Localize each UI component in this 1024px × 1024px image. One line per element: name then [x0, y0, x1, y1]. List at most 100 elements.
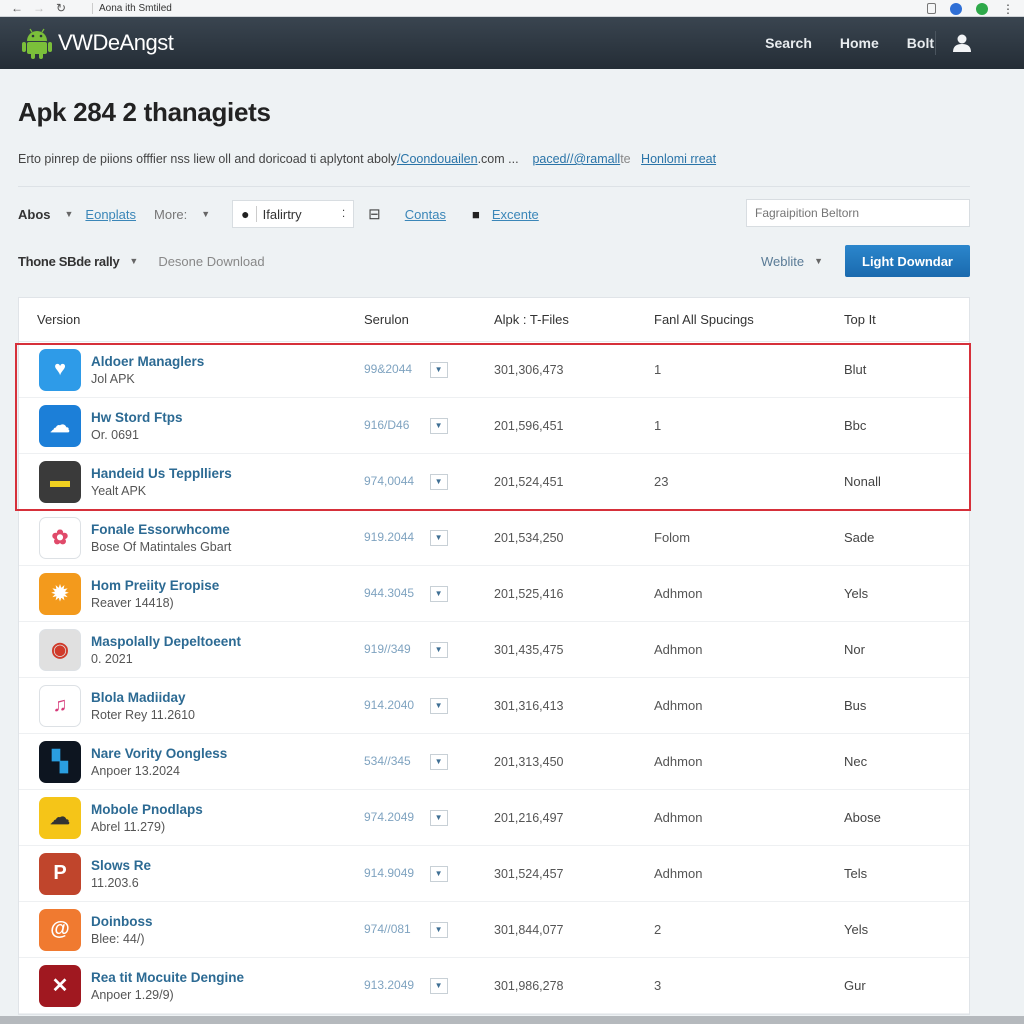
app-title[interactable]: Blola Madiiday	[91, 690, 195, 705]
version-dropdown-icon[interactable]: ▼	[429, 417, 448, 434]
app-title[interactable]: Slows Re	[91, 858, 151, 873]
description-link-2[interactable]: paced//@ramall	[532, 152, 620, 166]
reload-button[interactable]: ↻	[50, 1, 72, 15]
version-dropdown-icon[interactable]: ▼	[429, 977, 448, 994]
table-row[interactable]: ◉ Maspolally Depeltoeent 0. 2021 919//34…	[19, 622, 969, 678]
app-cell: ☁ Hw Stord Ftps Or. 0691	[19, 404, 364, 447]
version-cell: 944.3045 ▼	[364, 585, 494, 602]
browser-menu-button[interactable]: ⋮	[1002, 2, 1014, 16]
app-subtitle: Or. 0691	[91, 427, 139, 442]
app-cell: ♫ Blola Madiiday Roter Rey 11.2610	[19, 684, 364, 727]
nav-home[interactable]: Home	[840, 35, 879, 51]
app-title[interactable]: Mobole Pnodlaps	[91, 802, 203, 817]
app-cell: @ Doinboss Blee: 44/)	[19, 908, 364, 951]
chevron-down-icon[interactable]: ▼	[65, 209, 74, 219]
version-dropdown-icon[interactable]: ▼	[429, 529, 448, 546]
app-title[interactable]: Fonale Essorwhcome	[91, 522, 231, 537]
app-subtitle: Yealt APK	[91, 483, 147, 498]
top-cell: Sade	[844, 530, 875, 545]
column-header-files[interactable]: Alpk : T-Files	[494, 312, 654, 327]
app-subtitle: Bose Of Matintales Gbart	[91, 539, 232, 554]
platform-select[interactable]: ● Ifalirtry ⁚	[232, 200, 355, 228]
version-dropdown-icon[interactable]: ▼	[429, 753, 448, 770]
version-value: 913.2049	[364, 978, 415, 993]
app-subtitle: Reaver 14418)	[91, 595, 174, 610]
app-title[interactable]: Maspolally Depeltoeent	[91, 634, 241, 649]
app-title[interactable]: Nare Vority Oongless	[91, 746, 227, 761]
swirl-icon: @	[39, 908, 81, 951]
filter-dropdown[interactable]: Thone SBde rally	[18, 254, 120, 269]
table-row[interactable]: ♫ Blola Madiiday Roter Rey 11.2610 914.2…	[19, 678, 969, 734]
nav-bolt[interactable]: Bolt	[907, 35, 934, 51]
brand-logo[interactable]: VWDeAngst	[20, 26, 174, 60]
bookmark-icon[interactable]	[927, 3, 936, 14]
version-dropdown-icon[interactable]: ▼	[429, 921, 448, 938]
chevron-down-icon[interactable]: ▼	[201, 209, 210, 219]
table-row[interactable]: ☁ Hw Stord Ftps Or. 0691 916/D46 ▼ 201,5…	[19, 398, 969, 454]
table-row[interactable]: ▬ Handeid Us Tepplliers Yealt APK 974,00…	[19, 454, 969, 510]
column-header-spacings[interactable]: Fanl All Spucings	[654, 312, 844, 327]
description-link-3[interactable]: Honlomi rreat	[641, 152, 716, 166]
description-link-1[interactable]: /Coondouailen	[397, 152, 478, 166]
platform-select-value: Ifalirtry	[262, 206, 302, 222]
version-dropdown-icon[interactable]: ▼	[429, 473, 448, 490]
horizontal-scrollbar[interactable]	[0, 1016, 1024, 1024]
column-header-top[interactable]: Top It	[844, 312, 969, 327]
device-icon: ▬	[39, 460, 81, 503]
abos-dropdown[interactable]: Abos	[18, 207, 51, 222]
address-bar[interactable]: Aona ith Smtiled	[92, 2, 172, 14]
version-dropdown-icon[interactable]: ▼	[429, 697, 448, 714]
top-cell: Yels	[844, 922, 869, 937]
version-dropdown-icon[interactable]: ▼	[429, 641, 448, 658]
size-cell: 201,596,451	[494, 418, 564, 433]
app-title[interactable]: Hw Stord Ftps	[91, 410, 183, 425]
version-dropdown-icon[interactable]: ▼	[429, 585, 448, 602]
extension-icon[interactable]	[976, 2, 988, 15]
table-row[interactable]: @ Doinboss Blee: 44/) 974//081 ▼ 301,844…	[19, 902, 969, 958]
weblite-dropdown[interactable]: Weblite	[761, 254, 804, 269]
app-title[interactable]: Rea tit Mocuite Dengine	[91, 970, 244, 985]
app-title[interactable]: Aldoer Managlers	[91, 354, 204, 369]
more-dropdown[interactable]: More:	[154, 207, 187, 222]
back-button[interactable]: ←	[6, 1, 28, 15]
download-toolbar: Thone SBde rally ▼ Desone Download Webli…	[18, 245, 1006, 277]
app-info: Doinboss Blee: 44/)	[91, 914, 153, 946]
column-header-serulon[interactable]: Serulon	[364, 312, 494, 327]
templates-link[interactable]: Eonplats	[85, 207, 136, 222]
table-row[interactable]: ▚ Nare Vority Oongless Anpoer 13.2024 53…	[19, 734, 969, 790]
table-row[interactable]: ☁ Mobole Pnodlaps Abrel 11.279) 974.2049…	[19, 790, 969, 846]
table-row[interactable]: P Slows Re 11.203.6 914.9049 ▼ 301,524,4…	[19, 846, 969, 902]
app-title[interactable]: Hom Preiity Eropise	[91, 578, 219, 593]
table-row[interactable]: ♥ Aldoer Managlers Jol APK 99&2044 ▼ 301…	[19, 342, 969, 398]
contas-link[interactable]: Contas	[405, 207, 446, 222]
search-input[interactable]	[746, 199, 970, 227]
grip-icon: ⁚	[341, 208, 346, 220]
grid-icon[interactable]: ⊟	[368, 205, 381, 223]
table-row[interactable]: ✹ Hom Preiity Eropise Reaver 14418) 944.…	[19, 566, 969, 622]
chat-bubble-icon: ♥	[39, 348, 81, 391]
light-download-button[interactable]: Light Downdar	[845, 245, 970, 277]
version-cell: 919.2044 ▼	[364, 529, 494, 546]
app-subtitle: Anpoer 13.2024	[91, 763, 180, 778]
excente-link[interactable]: Excente	[492, 207, 539, 222]
table-row[interactable]: ✿ Fonale Essorwhcome Bose Of Matintales …	[19, 510, 969, 566]
chevron-down-icon[interactable]: ▼	[129, 256, 138, 266]
table-row[interactable]: ✕ Rea tit Mocuite Dengine Anpoer 1.29/9)…	[19, 958, 969, 1014]
app-cell: ☁ Mobole Pnodlaps Abrel 11.279)	[19, 796, 364, 839]
forward-button[interactable]: →	[28, 1, 50, 15]
nav-search[interactable]: Search	[765, 35, 812, 51]
app-title[interactable]: Handeid Us Tepplliers	[91, 466, 232, 481]
user-menu[interactable]	[935, 31, 972, 55]
chevron-down-icon[interactable]: ▼	[814, 256, 823, 266]
version-dropdown-icon[interactable]: ▼	[429, 809, 448, 826]
app-title[interactable]: Doinboss	[91, 914, 153, 929]
column-header-version[interactable]: Version	[19, 312, 364, 327]
size-cell: 201,313,450	[494, 754, 564, 769]
version-dropdown-icon[interactable]: ▼	[429, 865, 448, 882]
size-cell: 201,525,416	[494, 586, 564, 601]
version-dropdown-icon[interactable]: ▼	[429, 361, 448, 378]
android-icon	[22, 28, 52, 59]
app-info: Blola Madiiday Roter Rey 11.2610	[91, 690, 195, 722]
profile-icon[interactable]	[950, 2, 962, 15]
app-cell: ♥ Aldoer Managlers Jol APK	[19, 348, 364, 391]
